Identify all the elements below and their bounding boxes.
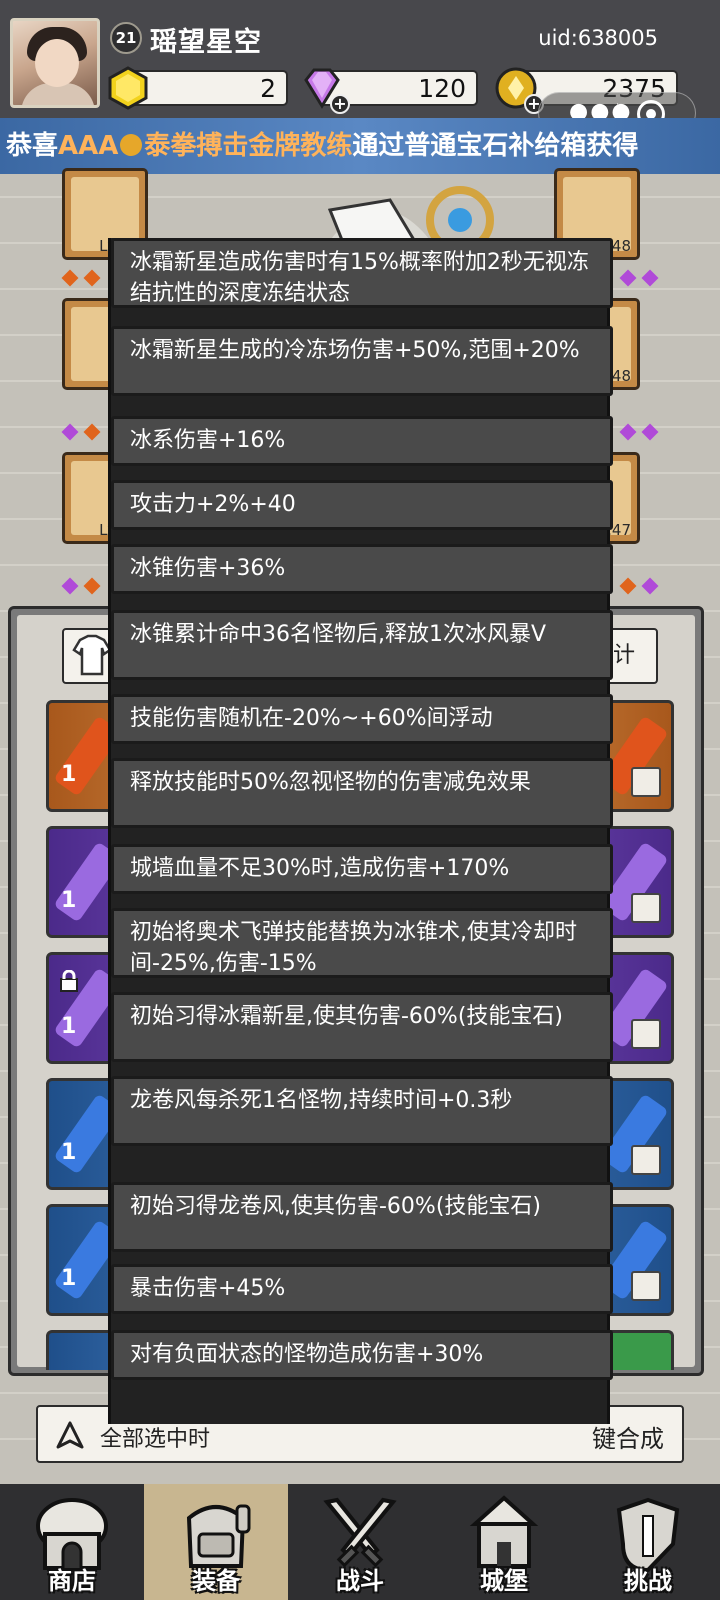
gem-slot-tag-icon — [631, 1271, 661, 1301]
nav-label: 战斗 — [336, 1567, 384, 1595]
gem-count: 1 — [61, 1140, 77, 1165]
nav-battle[interactable]: 战斗 — [288, 1484, 432, 1600]
nav-label: 装备 — [192, 1567, 240, 1595]
effect-item: 初始习得冰霜新星,使其伤害-60%(技能宝石) — [111, 992, 613, 1062]
marquee-suffix: 通过普通宝石补给箱获得 — [352, 131, 639, 161]
nav-castle[interactable]: 城堡 — [432, 1484, 576, 1600]
player-level-badge: 21 — [110, 22, 142, 54]
effect-item: 暴击伤害+45% — [111, 1264, 613, 1314]
effect-item: 初始将奥术飞弹技能替换为冰锥术,使其冷却时间-25%,伤害-15% — [111, 908, 613, 978]
player-name: 瑶望星空 — [150, 27, 262, 58]
effect-item: 冰霜新星生成的冷冻场伤害+50%,范围+20% — [111, 326, 613, 396]
bottom-navigation: 商店 装备 战斗 城堡 挑战 — [0, 1484, 720, 1600]
compose-hint-text: 全部选中时 — [100, 1427, 211, 1452]
gem-slot-tag-icon — [631, 893, 661, 923]
avatar[interactable] — [10, 18, 100, 108]
player-uid: uid:638005 — [538, 26, 658, 50]
effect-item: 城墙血量不足30%时,造成伤害+170% — [111, 844, 613, 894]
gem-count: 1 — [61, 762, 77, 787]
gold-gem-icon — [108, 66, 148, 110]
marquee-title: 泰拳搏击金牌教练 — [144, 131, 353, 161]
gold-gem-value: 2 — [260, 74, 276, 103]
marquee-prefix: 恭喜 — [6, 131, 59, 161]
diamond-value: 120 — [418, 74, 466, 103]
nav-label: 城堡 — [480, 1567, 528, 1595]
nav-equipment[interactable]: 装备 — [144, 1484, 288, 1600]
navigation-arrow-icon[interactable] — [54, 1419, 86, 1451]
effect-item: 冰系伤害+16% — [111, 416, 613, 466]
lock-icon — [60, 970, 78, 992]
gem-effects-tooltip: 冰霜新星造成伤害时有15%概率附加2秒无视冻结抗性的深度冻结状态 冰霜新星生成的… — [108, 238, 613, 1424]
nav-shop[interactable]: 商店 — [0, 1484, 144, 1600]
one-key-compose-button[interactable]: 键合成 — [592, 1419, 664, 1454]
nav-label: 商店 — [48, 1567, 96, 1595]
gem-count: 1 — [61, 888, 77, 913]
add-diamond-button[interactable]: + — [330, 94, 350, 114]
marquee-user: AAA — [58, 131, 119, 161]
effect-item: 冰锥伤害+36% — [111, 544, 613, 594]
nav-label: 挑战 — [624, 1567, 672, 1595]
gem-slot-tag-icon — [631, 1019, 661, 1049]
effect-item: 技能伤害随机在-20%~+60%间浮动 — [111, 694, 613, 744]
gem-slot-tag-icon — [631, 767, 661, 797]
effect-item: 释放技能时50%忽视怪物的伤害减免效果 — [111, 758, 613, 828]
nav-challenge[interactable]: 挑战 — [576, 1484, 720, 1600]
effect-item: 龙卷风每杀死1名怪物,持续时间+0.3秒 — [111, 1076, 613, 1146]
medal-icon — [120, 134, 143, 156]
effect-item: 冰霜新星造成伤害时有15%概率附加2秒无视冻结抗性的深度冻结状态 — [111, 238, 613, 308]
effect-item: 初始习得龙卷风,使其伤害-60%(技能宝石) — [111, 1182, 613, 1252]
effect-item: 攻击力+2%+40 — [111, 480, 613, 530]
gem-slot-tag-icon — [631, 1145, 661, 1175]
gem-count: 1 — [61, 1014, 77, 1039]
gem-count: 1 — [61, 1266, 77, 1291]
announcement-marquee: 恭喜AAA 泰拳搏击金牌教练通过普通宝石补给箱获得 — [0, 118, 720, 174]
effect-item: 冰锥累计命中36名怪物后,释放1次冰风暴V — [111, 610, 613, 680]
effect-item: 对有负面状态的怪物造成伤害+30% — [111, 1330, 613, 1380]
